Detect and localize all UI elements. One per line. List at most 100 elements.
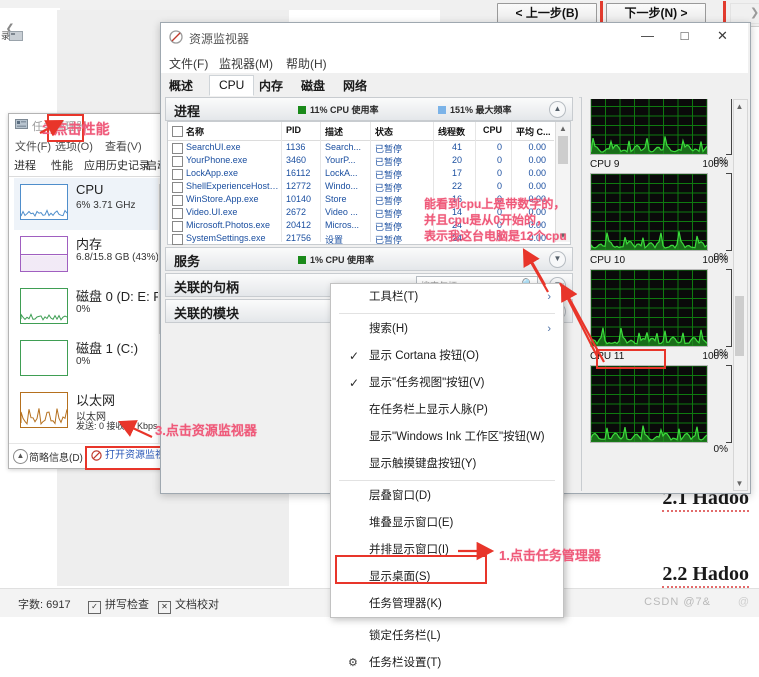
table-row[interactable]: SearchUI.exe1136Search...已暂停4100.00 bbox=[168, 142, 554, 155]
resmon-titlebar[interactable]: 资源监视器 — □ ✕ bbox=[161, 23, 748, 51]
spell-check-status[interactable]: ✓拼写检查 bbox=[88, 596, 149, 614]
resource-monitor-icon bbox=[169, 30, 183, 44]
resmon-menubar[interactable]: 文件(F) 监视器(M) 帮助(H) bbox=[161, 51, 748, 73]
resmon-tabbar[interactable]: 概述 CPU 内存 磁盘 网络 bbox=[161, 73, 748, 98]
menu-item[interactable]: 任务管理器(K) bbox=[331, 591, 563, 618]
menu-item[interactable]: 层叠窗口(D) bbox=[331, 483, 563, 510]
row-checkbox[interactable] bbox=[172, 234, 183, 245]
column-header[interactable]: 线程数 bbox=[438, 125, 462, 138]
menu-view[interactable]: 查看(V) bbox=[105, 138, 142, 154]
tab-network[interactable]: 网络 bbox=[343, 77, 367, 94]
cpu-graph-bracket bbox=[726, 173, 732, 251]
section-title: 关联的句柄 bbox=[174, 277, 239, 296]
menu-item[interactable]: 搜索(H)› bbox=[331, 316, 563, 343]
menu-item[interactable]: 在任务栏上显示人脉(P) bbox=[331, 397, 563, 424]
row-checkbox[interactable] bbox=[172, 208, 183, 219]
column-header[interactable]: 名称 bbox=[186, 125, 280, 138]
scrollbar-thumb[interactable] bbox=[558, 136, 568, 164]
menu-file[interactable]: 文件(F) bbox=[15, 138, 51, 154]
cpu-note-line-3: 表示我这台电脑是12个cpu bbox=[424, 228, 567, 244]
performance-item-name: 以太网 bbox=[76, 390, 115, 409]
legend-cpu-usage: 1% CPU 使用率 bbox=[298, 253, 374, 266]
menu-file[interactable]: 文件(F) bbox=[169, 55, 208, 72]
performance-item-list[interactable]: CPU6% 3.71 GHz内存6.8/15.8 GB (43%)磁盘 0 (D… bbox=[14, 178, 164, 463]
menu-monitor[interactable]: 监视器(M) bbox=[219, 55, 273, 72]
section-services[interactable]: 服务 1% CPU 使用率 ▼ bbox=[165, 247, 573, 271]
menu-separator bbox=[339, 313, 555, 314]
row-checkbox[interactable] bbox=[172, 195, 183, 206]
menu-item-label: 在任务栏上显示人脉(P) bbox=[369, 404, 488, 416]
cpu-graph-list[interactable]: 0%CPU 9100%0%CPU 10100%0%CPU 11100%0% bbox=[586, 99, 734, 489]
menu-help[interactable]: 帮助(H) bbox=[286, 55, 327, 72]
tab-processes[interactable]: 进程 bbox=[14, 157, 36, 173]
cell-name: YourPhone.exe bbox=[186, 155, 280, 165]
cell-desc: Store bbox=[325, 194, 365, 204]
menu-item-label: 任务栏设置(T) bbox=[369, 657, 441, 669]
menu-item[interactable]: 显示触摸键盘按钮(Y) bbox=[331, 451, 563, 478]
menu-item-label: 任务管理器(K) bbox=[369, 598, 442, 610]
menu-item[interactable]: ✓显示"任务视图"按钮(V) bbox=[331, 370, 563, 397]
column-header[interactable]: 描述 bbox=[325, 125, 365, 138]
wizard-next-button[interactable]: 下一步(N) > bbox=[606, 3, 706, 24]
menu-item[interactable]: 显示"Windows Ink 工作区"按钮(W) bbox=[331, 424, 563, 451]
row-checkbox[interactable] bbox=[172, 156, 183, 167]
table-row[interactable]: YourPhone.exe3460YourP...已暂停2000.00 bbox=[168, 155, 554, 168]
scroll-down-icon[interactable]: ▼ bbox=[734, 477, 745, 490]
row-checkbox[interactable] bbox=[172, 182, 183, 193]
row-checkbox[interactable] bbox=[172, 169, 183, 180]
cell-desc: LockA... bbox=[325, 168, 365, 178]
maximize-button[interactable]: □ bbox=[667, 23, 702, 49]
chevron-up-icon[interactable]: ▲ bbox=[549, 101, 566, 118]
cell-pid: 2672 bbox=[286, 207, 318, 217]
close-button[interactable]: ✕ bbox=[705, 23, 740, 49]
column-header[interactable]: CPU bbox=[480, 125, 502, 135]
task-manager-tabbar[interactable]: 进程 性能 应用历史记录 启动 bbox=[9, 154, 169, 177]
chevron-down-icon[interactable]: ▼ bbox=[549, 251, 566, 268]
scrollbar-thumb[interactable] bbox=[735, 296, 744, 356]
tab-performance[interactable]: 性能 bbox=[51, 157, 73, 173]
menu-item[interactable]: 堆叠显示窗口(E) bbox=[331, 510, 563, 537]
cpu-graph-canvas bbox=[590, 269, 708, 347]
word-count-label[interactable]: 字数: 6917 bbox=[18, 596, 71, 612]
menu-item[interactable]: ✓显示 Cortana 按钮(O) bbox=[331, 343, 563, 370]
column-header[interactable]: 状态 bbox=[375, 125, 419, 138]
cpu-graph-block-2: CPU 10100%0% bbox=[586, 255, 734, 363]
table-row[interactable]: LockApp.exe16112LockA...已暂停1700.00 bbox=[168, 168, 554, 181]
row-checkbox[interactable] bbox=[172, 221, 183, 232]
performance-item-1[interactable]: 内存6.8/15.8 GB (43%) bbox=[14, 230, 164, 282]
wizard-back-button[interactable]: < 上一步(B) bbox=[497, 3, 597, 24]
proofread-status[interactable]: ✕文档校对 bbox=[158, 596, 219, 614]
menu-item[interactable]: ⚙任务栏设置(T) bbox=[331, 650, 563, 677]
legend-swatch-blue bbox=[438, 106, 446, 114]
scroll-up-icon[interactable]: ▲ bbox=[556, 122, 570, 135]
brief-info-label[interactable]: 简略信息(D) bbox=[29, 449, 83, 464]
cpu-graph-block-1: CPU 9100%0% bbox=[586, 159, 734, 267]
column-header[interactable]: 平均 C... bbox=[516, 125, 546, 138]
chevron-up-icon[interactable]: ▲ bbox=[13, 449, 28, 464]
graph-pane-scrollbar[interactable]: ▲ ▼ bbox=[733, 99, 748, 491]
performance-item-3[interactable]: 磁盘 1 (C:)0% bbox=[14, 334, 164, 386]
tab-app-history[interactable]: 应用历史记录 bbox=[84, 157, 150, 173]
row-checkbox[interactable] bbox=[172, 143, 183, 154]
cpu-graph-bracket bbox=[726, 99, 732, 155]
table-row[interactable]: ShellExperienceHost.exe12772Windo...已暂停2… bbox=[168, 181, 554, 194]
tab-cpu[interactable]: CPU bbox=[209, 75, 254, 96]
select-all-checkbox[interactable] bbox=[172, 126, 183, 137]
performance-item-4[interactable]: 以太网以太网发送: 0 接收: 0 Kbps bbox=[14, 386, 164, 438]
section-processes[interactable]: 进程 11% CPU 使用率 151% 最大频率 ▲ bbox=[165, 97, 573, 121]
column-header[interactable]: PID bbox=[286, 125, 318, 135]
menu-item[interactable]: 工具栏(T)› bbox=[331, 284, 563, 311]
minimize-button[interactable]: — bbox=[630, 23, 665, 49]
context-menu-list[interactable]: 工具栏(T)› 搜索(H)›✓显示 Cortana 按钮(O)✓显示"任务视图"按… bbox=[331, 284, 563, 677]
tab-overview[interactable]: 概述 bbox=[169, 77, 193, 94]
tab-memory[interactable]: 内存 bbox=[259, 77, 283, 94]
menu-item[interactable]: 锁定任务栏(L) bbox=[331, 623, 563, 650]
task-manager-window[interactable]: 任务管理器 文件(F) 选项(O) 查看(V) 进程 性能 应用历史记录 启动 … bbox=[8, 113, 170, 469]
scroll-up-icon[interactable]: ▲ bbox=[734, 100, 745, 113]
section-title: 服务 bbox=[174, 251, 200, 270]
taskbar-context-menu[interactable]: 工具栏(T)› 搜索(H)›✓显示 Cortana 按钮(O)✓显示"任务视图"按… bbox=[330, 283, 564, 618]
tab-disk[interactable]: 磁盘 bbox=[301, 77, 325, 94]
performance-item-0[interactable]: CPU6% 3.71 GHz bbox=[14, 178, 164, 230]
performance-item-2[interactable]: 磁盘 0 (D: E: F:)0% bbox=[14, 282, 164, 334]
cell-name: SearchUI.exe bbox=[186, 142, 280, 152]
